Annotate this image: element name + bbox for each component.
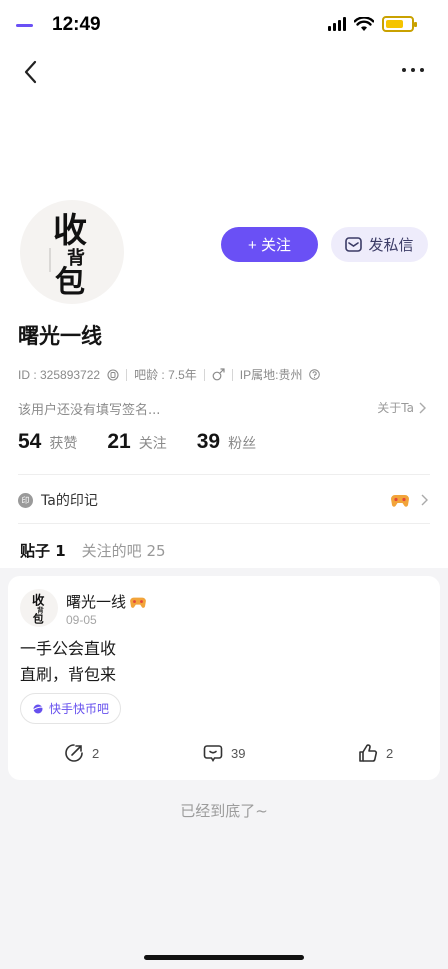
follow-label: + 关注	[248, 237, 291, 254]
chevron-right-icon	[421, 494, 428, 506]
ip-location: IP属地:贵州	[239, 368, 303, 382]
stat-label: 关注	[138, 436, 167, 452]
post-author-name: 曙光一线	[66, 593, 127, 611]
dot-icon	[411, 68, 415, 72]
comment-button[interactable]: 39	[203, 743, 245, 763]
game-controller-icon	[391, 495, 409, 507]
stat-label: 获赞	[49, 436, 78, 452]
badges-label: Ta的印记	[41, 493, 98, 509]
comment-count: 39	[231, 745, 246, 761]
home-indicator[interactable]	[144, 955, 304, 960]
about-link[interactable]: 关于Ta	[377, 399, 426, 416]
help-icon[interactable]	[309, 369, 321, 380]
stat-number: 21	[107, 430, 131, 453]
chevron-left-icon	[24, 60, 37, 84]
post-author[interactable]: 曙光一线	[66, 591, 147, 612]
stat-label: 粉丝	[228, 436, 257, 452]
follow-button[interactable]: + 关注	[221, 227, 318, 262]
game-controller-icon	[130, 597, 146, 608]
avatar-logo: 收 背 包	[49, 211, 87, 300]
message-label: 发私信	[368, 237, 414, 254]
post-line: 一手公会直收	[20, 639, 117, 658]
seal-icon: 印	[18, 492, 33, 508]
male-gender-icon	[212, 368, 225, 381]
likes-stat[interactable]: 54 获赞	[18, 430, 77, 454]
avatar-logo-char: 收	[53, 211, 87, 251]
like-button[interactable]: 2	[358, 743, 393, 763]
username: 曙光一线	[18, 324, 102, 348]
stat-number: 54	[18, 430, 42, 453]
divider	[18, 523, 430, 524]
avatar-logo-char: 包	[32, 612, 44, 626]
badges-row[interactable]: 印 Ta的印记	[18, 488, 428, 512]
profile-tabs: 贴子 1 关注的吧 25	[20, 540, 166, 561]
more-options-button[interactable]	[402, 62, 430, 78]
like-count: 2	[386, 745, 394, 761]
copy-icon[interactable]	[107, 368, 119, 381]
post-author-avatar[interactable]: 收 背 包	[20, 589, 58, 627]
post-actions: 2 39 2	[8, 739, 440, 769]
forum-tag[interactable]: 快手快币吧	[20, 693, 122, 724]
post-content: 一手公会直收 直刷，背包来	[20, 636, 116, 688]
avatar[interactable]: 收 背 包	[20, 200, 124, 304]
post-card[interactable]: 收 背 包 曙光一线 09-05 一手公会直收 直刷，背包来 快手快币吧 2 3…	[8, 576, 440, 780]
end-of-list-text: 已经到底了~	[180, 802, 268, 820]
chevron-right-icon	[419, 402, 426, 413]
forum-name: 快手快币吧	[49, 702, 110, 716]
wifi-icon	[354, 16, 374, 31]
stat-number: 39	[196, 430, 221, 453]
post-date: 09-05	[66, 613, 97, 627]
profile-meta: ID : 325893722 吧龄 : 7.5年 IP属地:贵州	[18, 366, 321, 383]
avatar-logo-char: 包	[55, 265, 85, 300]
tab-followed-forums[interactable]: 关注的吧 25	[82, 540, 166, 561]
avatar-logo-char: 收	[32, 592, 45, 607]
envelope-icon	[345, 237, 363, 252]
share-button[interactable]: 2	[64, 743, 99, 763]
comment-icon	[203, 745, 223, 763]
battery-icon	[382, 16, 417, 32]
private-message-button[interactable]: 发私信	[331, 227, 428, 262]
tab-posts[interactable]: 贴子 1	[20, 540, 66, 561]
status-icons	[328, 16, 417, 32]
divider	[18, 474, 430, 475]
forum-age: 吧龄 : 7.5年	[134, 368, 197, 382]
back-button[interactable]	[18, 56, 46, 88]
profile-stats: 54 获赞 21 关注 39 粉丝	[18, 430, 256, 454]
user-id: ID : 325893722	[18, 367, 101, 382]
signature: 该用户还没有填写签名...	[18, 403, 161, 418]
status-time: 12:49	[52, 14, 101, 35]
planet-icon	[32, 704, 44, 713]
about-label: 关于Ta	[377, 401, 414, 415]
share-icon	[65, 744, 83, 762]
followers-stat[interactable]: 39 粉丝	[197, 430, 256, 454]
share-count: 2	[92, 745, 100, 761]
tab-indicator	[16, 24, 33, 27]
following-stat[interactable]: 21 关注	[107, 430, 166, 454]
thumbs-up-icon	[359, 744, 378, 762]
badges-preview	[390, 492, 428, 508]
cellular-signal-icon	[328, 17, 346, 31]
dot-icon	[420, 68, 424, 72]
dot-icon	[402, 68, 406, 72]
avatar-logo: 收 背 包	[32, 592, 45, 626]
post-line: 直刷，背包来	[20, 665, 117, 684]
